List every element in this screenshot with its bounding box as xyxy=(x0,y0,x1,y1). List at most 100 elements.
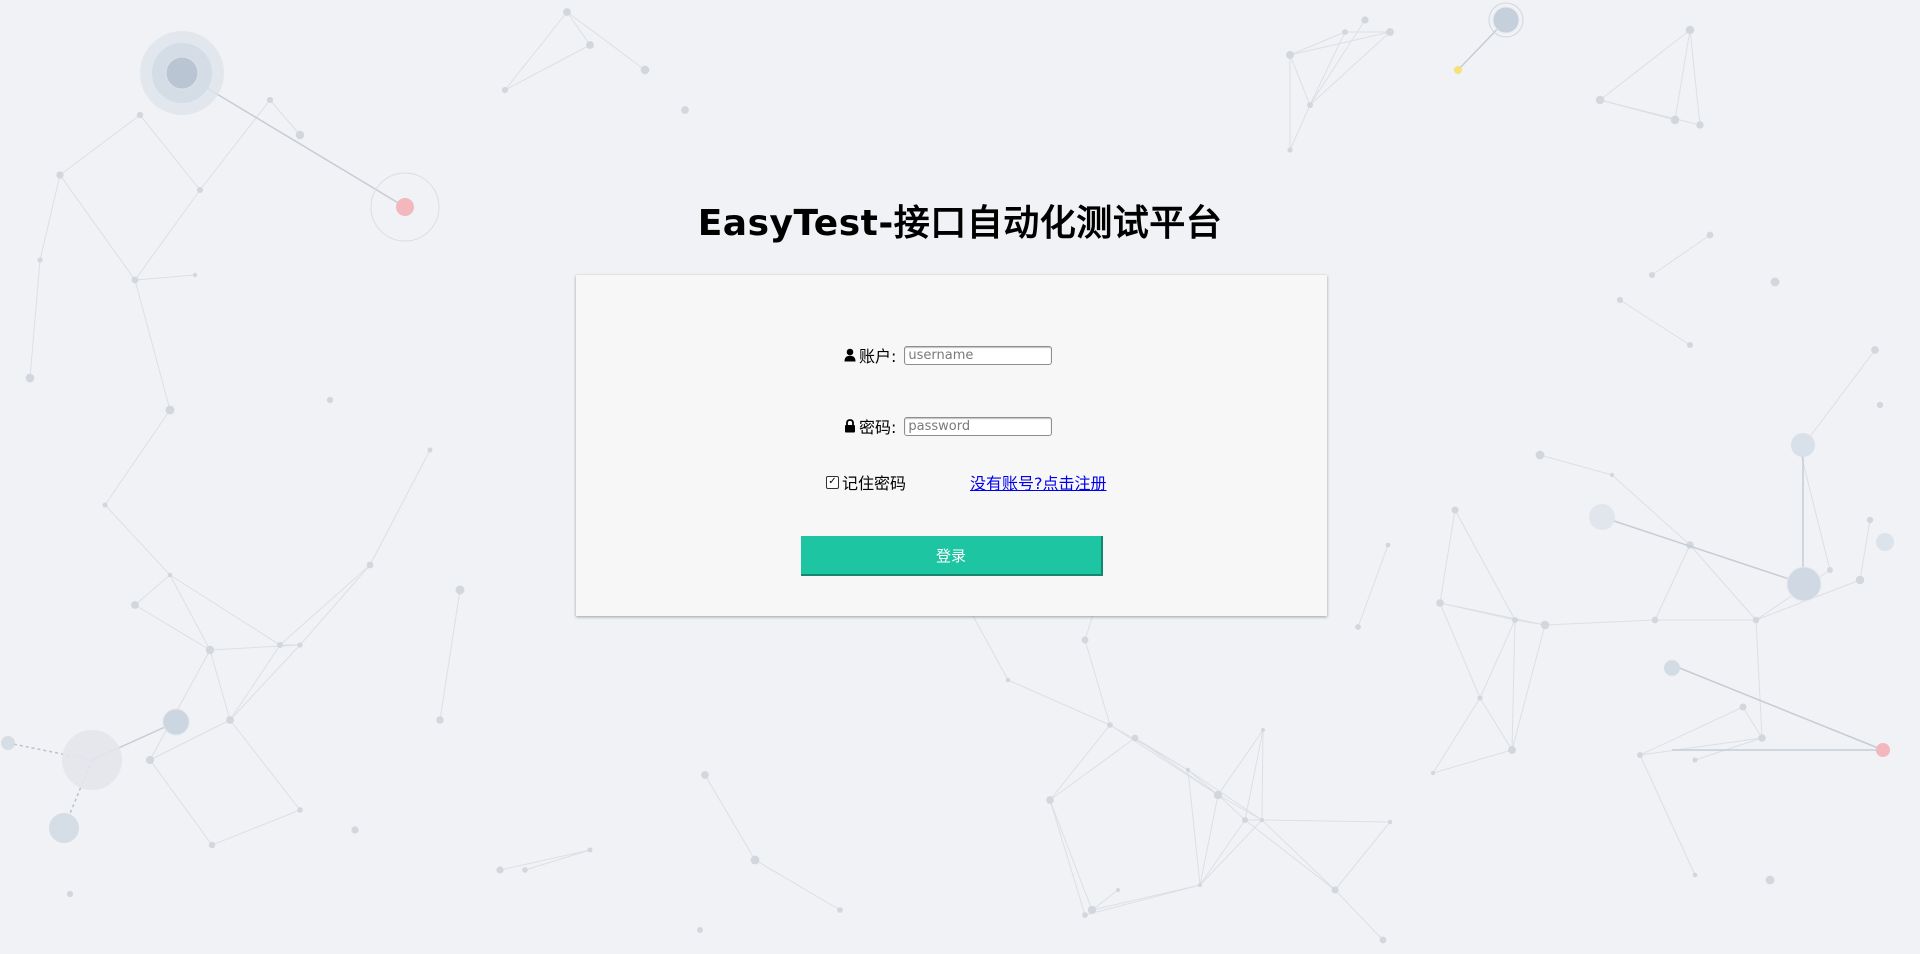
network-node xyxy=(1827,567,1833,573)
network-line xyxy=(754,859,841,911)
network-line xyxy=(524,849,591,871)
network-line xyxy=(1511,624,1546,751)
network-node xyxy=(1871,346,1879,354)
network-line xyxy=(29,259,41,379)
network-line xyxy=(1859,519,1871,581)
network-node xyxy=(1197,882,1203,888)
network-node xyxy=(1046,796,1054,804)
network-line xyxy=(229,644,301,721)
network-line xyxy=(169,574,281,646)
network-line xyxy=(1084,884,1201,916)
network-line xyxy=(1187,769,1263,821)
network-node xyxy=(1492,6,1520,34)
network-line xyxy=(1799,349,1876,451)
network-node xyxy=(196,186,204,194)
network-line xyxy=(1479,619,1516,699)
network-node xyxy=(586,41,594,49)
network-line xyxy=(229,719,301,811)
network-line xyxy=(566,11,646,71)
network-line xyxy=(1539,454,1613,476)
password-input[interactable] xyxy=(904,416,1053,436)
network-line xyxy=(1439,509,1456,604)
network-node xyxy=(131,601,139,609)
network-node xyxy=(1508,746,1516,754)
network-node xyxy=(1595,95,1605,105)
network-node xyxy=(1692,757,1698,763)
network-line xyxy=(211,809,301,846)
network-line xyxy=(1689,544,1757,621)
network-line xyxy=(439,589,461,721)
network-line xyxy=(1439,602,1481,699)
network-node xyxy=(205,645,215,655)
network-line xyxy=(1289,31,1346,56)
remember-label[interactable]: 记住密码 xyxy=(842,470,906,494)
network-line xyxy=(1742,706,1763,739)
network-line xyxy=(1599,99,1701,126)
network-node xyxy=(297,642,303,648)
network-node xyxy=(701,771,709,779)
network-line xyxy=(1261,819,1336,891)
network-line xyxy=(149,759,213,846)
network-line xyxy=(209,644,301,651)
network-node xyxy=(1609,472,1615,478)
network-line xyxy=(104,504,171,576)
network-line xyxy=(1454,509,1516,621)
network-node xyxy=(496,866,504,874)
network-node xyxy=(697,927,703,933)
network-node xyxy=(1511,616,1519,624)
network-node xyxy=(25,373,35,383)
network-line xyxy=(59,114,141,176)
network-node xyxy=(1385,542,1391,548)
network-node xyxy=(1535,450,1545,460)
username-input[interactable] xyxy=(904,345,1053,365)
network-node xyxy=(1387,819,1393,825)
network-line xyxy=(1599,29,1691,101)
network-line xyxy=(1479,697,1513,751)
network-node xyxy=(351,826,359,834)
network-node xyxy=(1752,616,1760,624)
checkbox-icon[interactable]: ✓ xyxy=(826,475,839,489)
network-node xyxy=(1685,25,1695,35)
network-line xyxy=(299,564,371,646)
network-node xyxy=(1005,677,1011,683)
network-node xyxy=(1082,912,1088,918)
network-node xyxy=(1648,271,1656,279)
network-node xyxy=(1379,936,1387,944)
password-row: 密码: xyxy=(843,414,1053,438)
network-node xyxy=(1131,734,1139,742)
network-node xyxy=(266,96,274,104)
network-line xyxy=(134,574,171,606)
network-line xyxy=(269,99,301,136)
network-line xyxy=(1289,54,1311,106)
login-button[interactable]: 登录 xyxy=(801,536,1103,576)
network-node xyxy=(1331,886,1339,894)
network-line xyxy=(134,604,211,651)
network-node xyxy=(1185,767,1191,773)
network-line xyxy=(704,774,756,861)
lock-icon xyxy=(843,418,857,434)
network-line xyxy=(1755,619,1763,739)
network-node xyxy=(1786,566,1822,602)
network-node xyxy=(1758,734,1766,742)
network-node-halo xyxy=(62,730,122,790)
network-node xyxy=(167,572,173,578)
network-node xyxy=(837,907,843,913)
network-node xyxy=(1692,872,1698,878)
network-line xyxy=(566,11,591,46)
network-node xyxy=(1087,905,1097,915)
network-line xyxy=(1799,449,1831,571)
network-node xyxy=(1287,147,1293,153)
network-node xyxy=(1342,29,1348,35)
network-line xyxy=(1049,799,1093,911)
network-node xyxy=(1770,277,1780,287)
network-line xyxy=(279,564,371,646)
network-node xyxy=(1477,695,1483,701)
network-node xyxy=(366,561,374,569)
network-node xyxy=(1637,752,1643,758)
network-node xyxy=(145,755,155,765)
network-node xyxy=(427,447,433,453)
network-line xyxy=(1187,769,1219,796)
register-link[interactable]: 没有账号?点击注册 xyxy=(970,470,1107,494)
network-line xyxy=(1049,799,1086,916)
network-line xyxy=(149,719,231,761)
